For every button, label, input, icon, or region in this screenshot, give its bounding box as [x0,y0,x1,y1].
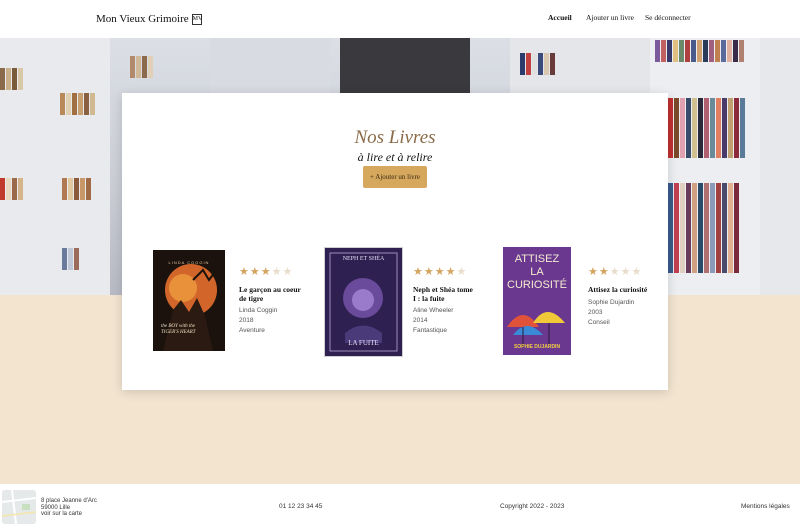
star-icon: ★ [631,266,642,278]
book-title[interactable]: Neph et Shéa tome I : la fuite [413,285,475,303]
book-cover[interactable]: LINDA COGGIN the BOY with the TIGER'S HE… [153,250,225,351]
star-icon: ★ [598,266,609,278]
star-icon: ★ [588,266,598,278]
book-cover[interactable]: ATTISEZ LA CURIOSITÉ SOPHIE DUJARDIN [503,247,571,355]
rating-stars: ★ ★ ★ ★ ★ [239,267,301,278]
star-icon: ★ [434,266,445,278]
book-cover[interactable]: NEPH ET SHÉA LA FUITE [324,247,403,357]
book-author: Aline Wheeler [413,307,454,314]
book-title[interactable]: Le garçon au coeur de tigre [239,285,301,303]
star-icon: ★ [456,266,467,278]
rating-stars: ★ ★ ★ ★ ★ [588,267,650,278]
legal-link[interactable]: Mentions légales [741,503,790,510]
book-genre: Conseil [588,318,610,326]
book-year: 2003 [588,308,603,316]
footer-address: 8 place Jeanne d'Arc 59000 Lille voir su… [41,498,97,518]
map-icon [2,490,36,524]
star-icon: ★ [249,266,260,278]
page-title: Nos Livres [354,127,436,148]
cover-title: NEPH ET SHÉA [342,256,385,262]
main-nav: Accueil Ajouter un livre Se déconnecter [0,13,800,25]
cover-author: SOPHIE DUJARDIN [513,344,561,350]
star-icon: ★ [423,266,434,278]
star-icon: ★ [282,266,293,278]
rating-stars: ★ ★ ★ ★ ★ [413,267,475,278]
cover-title: ATTISEZ LA CURIOSITÉ [507,253,567,291]
book-author: Linda Coggin [239,307,278,314]
star-icon: ★ [413,266,423,278]
book-author: Sophie Dujardin [588,298,635,306]
footer-copyright: Copyright 2022 - 2023 [500,503,565,510]
book-title[interactable]: Attisez la curiosité [588,285,650,295]
star-icon: ★ [609,266,620,278]
footer: 8 place Jeanne d'Arc 59000 Lille voir su… [0,484,800,531]
book-genre: Aventure [239,327,265,334]
cover-author: LINDA COGGIN [168,260,210,265]
book-year: 2018 [239,317,254,324]
address-line1: 8 place Jeanne d'Arc [41,498,97,504]
page-subtitle: à lire et à relire [357,150,433,164]
map-thumbnail[interactable] [2,490,36,524]
star-icon: ★ [271,266,282,278]
map-link[interactable]: voir sur la carte [41,511,82,517]
books-panel: Nos Livres à lire et à relire + Ajouter … [122,93,668,390]
star-icon: ★ [239,266,249,278]
cover-title: the BOY with the TIGER'S HEART [161,324,196,335]
header: Mon Vieux Grimoire MV Accueil Ajouter un… [0,0,800,38]
footer-phone: 01 12 23 34 45 [279,503,323,510]
book-genre: Fantastique [413,327,447,334]
add-book-button[interactable]: + Ajouter un livre [363,166,427,188]
star-icon: ★ [620,266,631,278]
star-icon: ★ [260,266,271,278]
star-icon: ★ [445,266,456,278]
book-year: 2014 [413,317,428,324]
cover-subtitle: LA FUITE [348,339,379,347]
nav-logout[interactable]: Se déconnecter [645,13,691,22]
nav-add-book[interactable]: Ajouter un livre [586,13,634,22]
nav-home[interactable]: Accueil [548,13,572,22]
